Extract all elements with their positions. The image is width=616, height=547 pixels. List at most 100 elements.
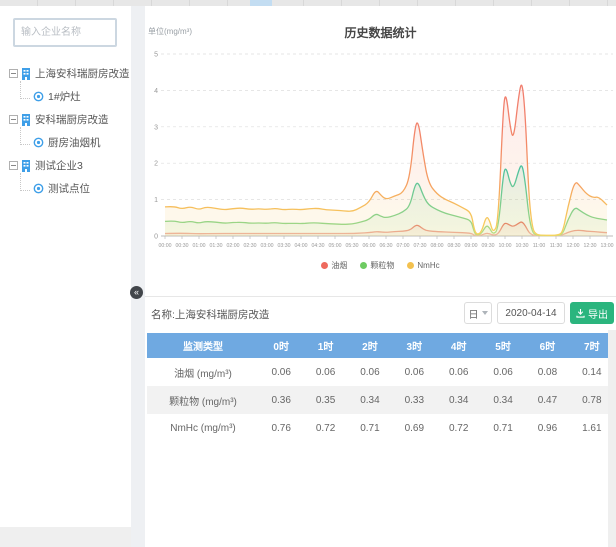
tree-collapse-icon[interactable]: [9, 69, 18, 78]
x-axis-tick-label: 00:00: [159, 243, 172, 249]
legend-marker-icon: [407, 262, 414, 269]
tree-company-label: 安科瑞厨房改造: [35, 112, 109, 127]
tree-collapse-icon[interactable]: [9, 115, 18, 124]
legend-marker-icon: [321, 262, 328, 269]
value-cell: 0.47: [525, 386, 569, 414]
x-axis-tick-label: 05:00: [329, 243, 342, 249]
y-axis-tick-label: 1: [154, 197, 158, 204]
data-table-panel: 名称:上海安科瑞厨房改造 日 导出 监测类型0时1时2时3时4时5时6时7时油烟…: [145, 296, 616, 547]
y-axis-tick-label: 4: [154, 88, 158, 95]
y-axis-tick-label: 0: [154, 234, 158, 241]
selected-company-label: 名称:上海安科瑞厨房改造: [151, 307, 269, 322]
value-cell: 0.06: [437, 358, 481, 386]
x-axis-tick-label: 02:30: [244, 243, 257, 249]
value-cell: 0.06: [392, 358, 436, 386]
x-axis-tick-label: 07:30: [414, 243, 427, 249]
table-controls: 日 导出: [464, 302, 614, 324]
download-icon: [576, 309, 585, 318]
table-header-cell: 4时: [437, 333, 481, 358]
tree-connector: [20, 127, 30, 145]
tree-connector: [20, 81, 30, 99]
tree-company-label: 测试企业3: [35, 158, 83, 173]
period-select-value: 日: [469, 306, 479, 321]
export-button[interactable]: 导出: [570, 302, 614, 324]
x-axis-tick-label: 00:30: [176, 243, 189, 249]
x-axis-tick-label: 11:30: [550, 243, 563, 249]
x-axis-tick-label: 06:00: [363, 243, 376, 249]
legend-label: 油烟: [331, 260, 347, 271]
table-row: 油烟 (mg/m³)0.060.060.060.060.060.060.080.…: [147, 358, 614, 386]
table-header-cell: 0时: [259, 333, 303, 358]
x-axis-tick-label: 04:30: [312, 243, 325, 249]
tree-collapse-icon[interactable]: [9, 161, 18, 170]
bottom-edge-strip: [0, 527, 131, 547]
value-cell: 0.76: [259, 414, 303, 442]
search-input[interactable]: [13, 18, 117, 47]
tree-point-label: 厨房油烟机: [48, 135, 101, 150]
legend-item[interactable]: 油烟: [321, 260, 347, 271]
value-cell: 0.36: [259, 386, 303, 414]
tree-point-label: 1#炉灶: [48, 89, 81, 104]
table-header-cell: 6时: [525, 333, 569, 358]
app-window: 上海安科瑞厨房改造1#炉灶安科瑞厨房改造厨房油烟机测试企业3测试点位 « 单位(…: [0, 0, 616, 547]
sidebar-collapse-button[interactable]: «: [130, 286, 143, 299]
table-header-cell: 2时: [348, 333, 392, 358]
tree-point-node[interactable]: 厨房油烟机: [16, 131, 130, 154]
legend-item[interactable]: NmHc: [407, 260, 439, 271]
legend-marker-icon: [360, 262, 367, 269]
y-axis-tick-label: 2: [154, 161, 158, 168]
tree-point-node[interactable]: 1#炉灶: [16, 85, 130, 108]
monitoring-data-table: 监测类型0时1时2时3时4时5时6时7时油烟 (mg/m³)0.060.060.…: [147, 333, 614, 442]
x-axis-tick-label: 10:30: [516, 243, 529, 249]
table-row: NmHc (mg/m³)0.760.720.710.690.720.710.96…: [147, 414, 614, 442]
x-axis-tick-label: 10:00: [499, 243, 512, 249]
legend-item[interactable]: 颗粒物: [360, 260, 394, 271]
value-cell: 0.72: [437, 414, 481, 442]
table-row: 颗粒物 (mg/m³)0.360.350.340.330.340.340.470…: [147, 386, 614, 414]
legend-label: 颗粒物: [370, 260, 394, 271]
value-cell: 0.06: [259, 358, 303, 386]
history-chart-panel: 单位(mg/m³) 历史数据统计 01234500:0000:3001:0001…: [145, 6, 616, 296]
x-axis-tick-label: 08:30: [448, 243, 461, 249]
value-cell: 0.96: [525, 414, 569, 442]
company-sidebar: 上海安科瑞厨房改造 1#炉灶安科瑞厨房改造厨房油烟机测试企业3 测试点位: [0, 6, 131, 527]
x-axis-tick-label: 09:00: [465, 243, 478, 249]
table-header-cell: 5时: [481, 333, 525, 358]
date-input[interactable]: [497, 302, 565, 324]
x-axis-tick-label: 06:30: [380, 243, 393, 249]
x-axis-tick-label: 01:30: [210, 243, 223, 249]
tree-connector: [20, 173, 30, 191]
tree-point-label: 测试点位: [48, 181, 90, 196]
company-tree: 上海安科瑞厨房改造 1#炉灶安科瑞厨房改造厨房油烟机测试企业3 测试点位: [9, 62, 130, 200]
right-edge-strip: [608, 330, 616, 547]
x-axis-tick-label: 05:30: [346, 243, 359, 249]
x-axis-tick-label: 11:00: [533, 243, 546, 249]
tree-point-node[interactable]: 测试点位: [16, 177, 130, 200]
building-icon: [21, 68, 31, 80]
y-axis-tick-label: 5: [154, 52, 158, 59]
chart-title: 历史数据统计: [145, 24, 616, 41]
building-icon: [21, 114, 31, 126]
x-axis-tick-label: 08:00: [431, 243, 444, 249]
x-axis-tick-label: 12:00: [567, 243, 580, 249]
value-cell: 0.08: [525, 358, 569, 386]
value-cell: 0.34: [348, 386, 392, 414]
monitor-point-icon: [33, 137, 44, 148]
tree-company-label: 上海安科瑞厨房改造: [35, 66, 130, 81]
value-cell: 0.06: [348, 358, 392, 386]
x-axis-tick-label: 04:00: [295, 243, 308, 249]
x-axis-tick-label: 12:30: [584, 243, 597, 249]
sidebar-gutter: [131, 6, 145, 547]
value-cell: 0.06: [481, 358, 525, 386]
table-header-cell: 监测类型: [147, 333, 259, 358]
x-axis-tick-label: 09:30: [482, 243, 495, 249]
value-cell: 0.34: [481, 386, 525, 414]
building-icon: [21, 160, 31, 172]
chart-legend: 油烟 颗粒物 NmHc: [145, 260, 616, 271]
monitor-point-icon: [33, 91, 44, 102]
export-button-label: 导出: [588, 306, 608, 321]
period-select[interactable]: 日: [464, 302, 492, 324]
value-cell: 0.35: [303, 386, 347, 414]
line-chart: 01234500:0000:3001:0001:3002:0002:3003:0…: [145, 40, 616, 256]
value-cell: 0.06: [303, 358, 347, 386]
